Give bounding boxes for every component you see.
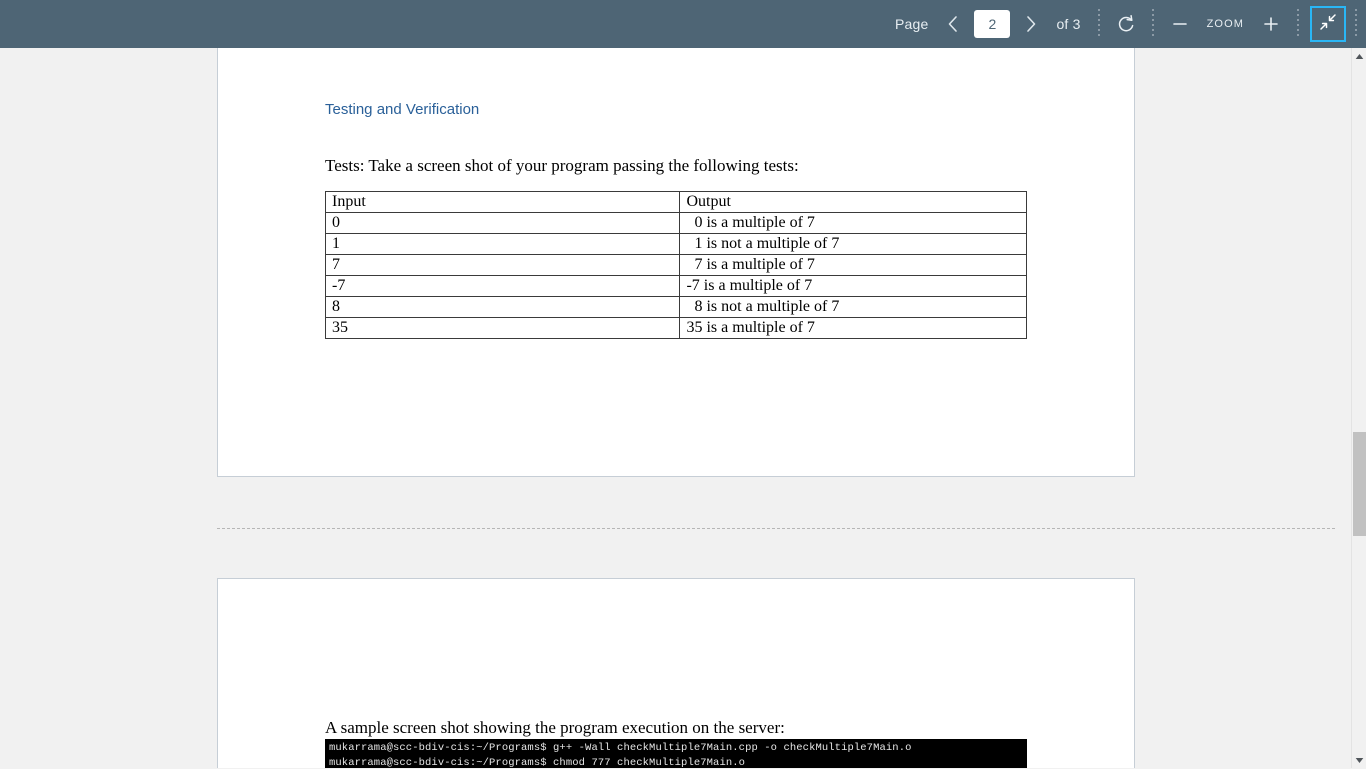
column-header-input: Input xyxy=(324,191,681,213)
table-row: 35 35 is a multiple of 7 xyxy=(324,317,1027,339)
scroll-up-button[interactable] xyxy=(1352,48,1366,64)
cell-input: 8 xyxy=(324,296,681,318)
sample-intro-text: A sample screen shot showing the program… xyxy=(325,718,785,737)
toolbar-divider-4 xyxy=(1355,9,1357,39)
cell-output: 0 is a multiple of 7 xyxy=(679,212,1027,234)
exit-fullscreen-button[interactable] xyxy=(1310,6,1346,42)
cell-output: 8 is not a multiple of 7 xyxy=(679,296,1027,318)
toolbar-divider-2 xyxy=(1151,9,1154,39)
table-header-row: Input Output xyxy=(324,191,1027,213)
chevron-right-icon xyxy=(1024,14,1038,34)
tests-intro-text: Tests: Take a screen shot of your progra… xyxy=(325,156,799,175)
cell-input: 0 xyxy=(324,212,681,234)
next-page-button[interactable] xyxy=(1014,7,1048,41)
page-number-input[interactable] xyxy=(974,10,1011,38)
pdf-viewer-toolbar: Page of 3 xyxy=(0,0,1366,48)
cell-input: 35 xyxy=(324,317,681,339)
test-cases-table: Input Output 0 0 is a multiple of 7 1 1 … xyxy=(324,191,1027,339)
cell-input: 1 xyxy=(324,233,681,255)
column-header-output: Output xyxy=(679,191,1027,213)
scroll-down-arrow-icon xyxy=(1355,751,1364,769)
terminal-line: mukarrama@scc-bdiv-cis:~/Programs$ chmod… xyxy=(329,757,746,768)
table-row: 7 7 is a multiple of 7 xyxy=(324,254,1027,276)
scroll-up-arrow-icon xyxy=(1355,47,1364,65)
section-heading: Testing and Verification xyxy=(325,101,480,118)
toolbar-divider-1 xyxy=(1097,9,1100,39)
zoom-out-button[interactable] xyxy=(1163,7,1197,41)
terminal-screenshot: mukarrama@scc-bdiv-cis:~/Programs$ g++ -… xyxy=(325,739,1027,768)
zoom-group: ZOOM xyxy=(1163,0,1288,48)
page-navigation-group: Page of 3 xyxy=(887,0,1089,48)
document-viewer[interactable]: Testing and Verification Tests: Take a s… xyxy=(0,48,1351,768)
cell-output: 35 is a multiple of 7 xyxy=(679,317,1027,339)
cell-output: -7 is a multiple of 7 xyxy=(679,275,1027,297)
zoom-label: ZOOM xyxy=(1206,18,1244,30)
table-row: -7 -7 is a multiple of 7 xyxy=(324,275,1027,297)
document-page-2: Testing and Verification Tests: Take a s… xyxy=(217,48,1135,477)
cell-input: -7 xyxy=(324,275,681,297)
chevron-left-icon xyxy=(946,14,960,34)
total-pages-label: of 3 xyxy=(1056,16,1081,32)
table-row: 1 1 is not a multiple of 7 xyxy=(324,233,1027,255)
scrollbar-thumb[interactable] xyxy=(1353,432,1366,536)
vertical-scrollbar[interactable] xyxy=(1351,48,1366,768)
table-row: 8 8 is not a multiple of 7 xyxy=(324,296,1027,318)
page-separator xyxy=(217,528,1335,529)
previous-page-button[interactable] xyxy=(936,7,970,41)
exit-fullscreen-icon xyxy=(1318,12,1338,37)
terminal-line: mukarrama@scc-bdiv-cis:~/Programs$ g++ -… xyxy=(329,742,912,754)
cell-output: 1 is not a multiple of 7 xyxy=(679,233,1027,255)
page-label: Page xyxy=(894,16,929,32)
rotate-icon xyxy=(1115,13,1137,35)
document-page-3: A sample screen shot showing the program… xyxy=(217,578,1135,768)
cell-input: 7 xyxy=(324,254,681,276)
minus-icon xyxy=(1170,14,1190,34)
plus-icon xyxy=(1261,14,1281,34)
cell-output: 7 is a multiple of 7 xyxy=(679,254,1027,276)
table-row: 0 0 is a multiple of 7 xyxy=(324,212,1027,234)
rotate-button[interactable] xyxy=(1109,7,1143,41)
zoom-in-button[interactable] xyxy=(1254,7,1288,41)
scroll-down-button[interactable] xyxy=(1352,752,1366,768)
toolbar-divider-3 xyxy=(1297,9,1299,39)
